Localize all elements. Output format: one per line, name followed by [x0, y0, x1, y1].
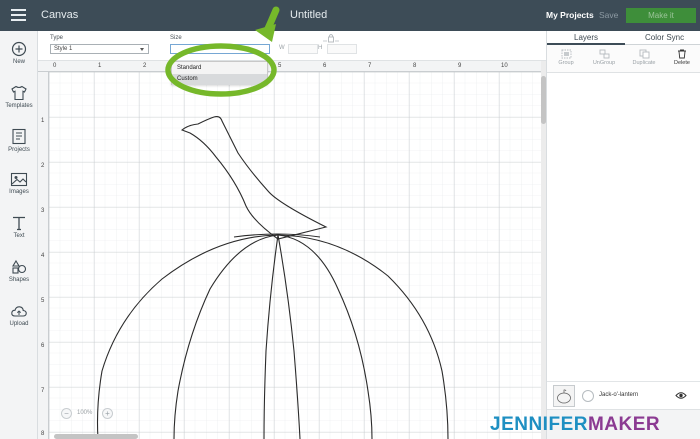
- left-sidebar: New Templates Projects Images Text Shape…: [0, 31, 38, 439]
- panel-tabs: Layers Color Sync: [547, 31, 700, 45]
- ruler-label: 5: [41, 298, 45, 304]
- type-select[interactable]: Style 1: [50, 44, 149, 54]
- sidebar-item-images[interactable]: Images: [0, 172, 38, 195]
- trash-icon: [678, 49, 686, 59]
- sidebar-item-shapes[interactable]: Shapes: [0, 259, 38, 283]
- ruler-label: 5: [278, 63, 282, 69]
- sidebar-item-label: New: [12, 59, 25, 65]
- app-title: Canvas: [41, 9, 79, 21]
- ruler-label: 6: [323, 63, 327, 69]
- ruler-label: 0: [53, 63, 57, 69]
- sidebar-item-label: Text: [13, 233, 25, 239]
- make-it-button[interactable]: Make it: [626, 8, 696, 23]
- group-label: Group: [558, 60, 574, 66]
- horizontal-scrollbar-thumb[interactable]: [54, 434, 138, 439]
- ruler-label: 8: [41, 431, 45, 437]
- group-icon: [561, 49, 571, 59]
- zoom-out-button[interactable]: −: [61, 408, 72, 419]
- ruler-label: 4: [41, 253, 45, 259]
- size-label: Size: [170, 35, 182, 41]
- ruler-horizontal: [38, 61, 541, 72]
- save-button[interactable]: Save: [599, 10, 618, 20]
- projects-icon: [12, 128, 26, 145]
- ruler-label: 3: [41, 208, 45, 214]
- brand-part-2: MAKER: [587, 414, 661, 435]
- sidebar-item-text[interactable]: Text: [0, 215, 38, 239]
- property-bar: Type Style 1 Size W H: [38, 31, 546, 61]
- text-icon: [13, 216, 25, 231]
- eye-icon[interactable]: [675, 391, 687, 400]
- layer-toolbar: Group UnGroup Duplicate Delete: [547, 45, 700, 73]
- size-select[interactable]: [170, 44, 270, 54]
- ungroup-icon: [599, 49, 609, 59]
- sidebar-item-label: Images: [9, 189, 29, 195]
- duplicate-button[interactable]: Duplicate: [626, 49, 662, 66]
- duplicate-icon: [639, 49, 649, 59]
- chevron-down-icon: [140, 48, 144, 51]
- sidebar-item-label: Shapes: [8, 277, 30, 283]
- type-label: Type: [50, 35, 64, 41]
- dropdown-option-custom[interactable]: Custom: [172, 74, 267, 85]
- menu-icon[interactable]: [11, 9, 26, 22]
- design-canvas[interactable]: 0 1 2 3 4 5 6 7 8 9 10 1 2 3 4 5 6 7 8: [38, 61, 541, 439]
- ungroup-button[interactable]: UnGroup: [586, 49, 622, 66]
- ruler-label: 10: [501, 63, 508, 69]
- height-input[interactable]: [327, 44, 357, 54]
- brand-watermark: JENNIFERMAKER: [490, 414, 660, 436]
- tab-layers[interactable]: Layers: [574, 33, 598, 42]
- layers-panel: Layers Color Sync Group UnGroup Duplicat…: [546, 31, 700, 439]
- layer-thumbnail: [553, 385, 575, 407]
- layer-visibility-circle[interactable]: [582, 390, 594, 402]
- canvas-grid: [49, 72, 541, 439]
- delete-button[interactable]: Delete: [664, 49, 700, 66]
- sidebar-item-upload[interactable]: Upload: [0, 304, 38, 327]
- plus-circle-icon: [11, 41, 27, 57]
- sidebar-item-projects[interactable]: Projects: [0, 128, 38, 153]
- upload-cloud-icon: [11, 306, 27, 317]
- tab-color-sync[interactable]: Color Sync: [645, 33, 684, 42]
- brand-part-1: JENNIFER: [490, 414, 588, 435]
- ruler-label: 1: [98, 63, 102, 69]
- ruler-label: 1: [41, 118, 45, 124]
- ruler-label: 2: [143, 63, 147, 69]
- sidebar-item-label: Upload: [9, 321, 29, 327]
- width-label: W: [279, 45, 285, 51]
- layer-item[interactable]: Jack-o'-lantern: [547, 381, 700, 409]
- layer-name: Jack-o'-lantern: [599, 392, 639, 398]
- shapes-icon: [12, 259, 27, 274]
- document-title[interactable]: Untitled: [290, 9, 327, 21]
- tshirt-icon: [11, 85, 27, 101]
- width-input[interactable]: [288, 44, 318, 54]
- type-select-value: Style 1: [54, 46, 73, 52]
- group-button[interactable]: Group: [548, 49, 584, 66]
- ruler-label: 6: [41, 343, 45, 349]
- sidebar-item-label: Projects: [8, 147, 30, 153]
- zoom-level: 100%: [77, 410, 93, 416]
- zoom-in-button[interactable]: +: [102, 408, 113, 419]
- size-dropdown-menu: Standard Custom: [171, 61, 268, 85]
- lock-icon[interactable]: [321, 32, 341, 44]
- sidebar-item-label: Templates: [5, 103, 33, 109]
- sidebar-item-templates[interactable]: Templates: [0, 85, 38, 109]
- duplicate-label: Duplicate: [632, 60, 656, 66]
- ruler-label: 2: [41, 163, 45, 169]
- my-projects-button[interactable]: My Projects: [546, 10, 594, 20]
- ruler-label: 8: [413, 63, 417, 69]
- delete-label: Delete: [674, 60, 690, 66]
- ruler-label: 7: [41, 388, 45, 394]
- image-icon: [10, 172, 28, 187]
- ruler-label: 9: [458, 63, 462, 69]
- ungroup-label: UnGroup: [592, 60, 616, 66]
- dropdown-option-standard[interactable]: Standard: [172, 63, 267, 74]
- top-bar: Canvas Untitled My Projects Save Make it: [0, 0, 700, 31]
- pumpkin-thumbnail-icon: [557, 389, 571, 404]
- sidebar-item-new[interactable]: New: [0, 41, 38, 65]
- height-label: H: [318, 45, 323, 51]
- ruler-label: 7: [368, 63, 372, 69]
